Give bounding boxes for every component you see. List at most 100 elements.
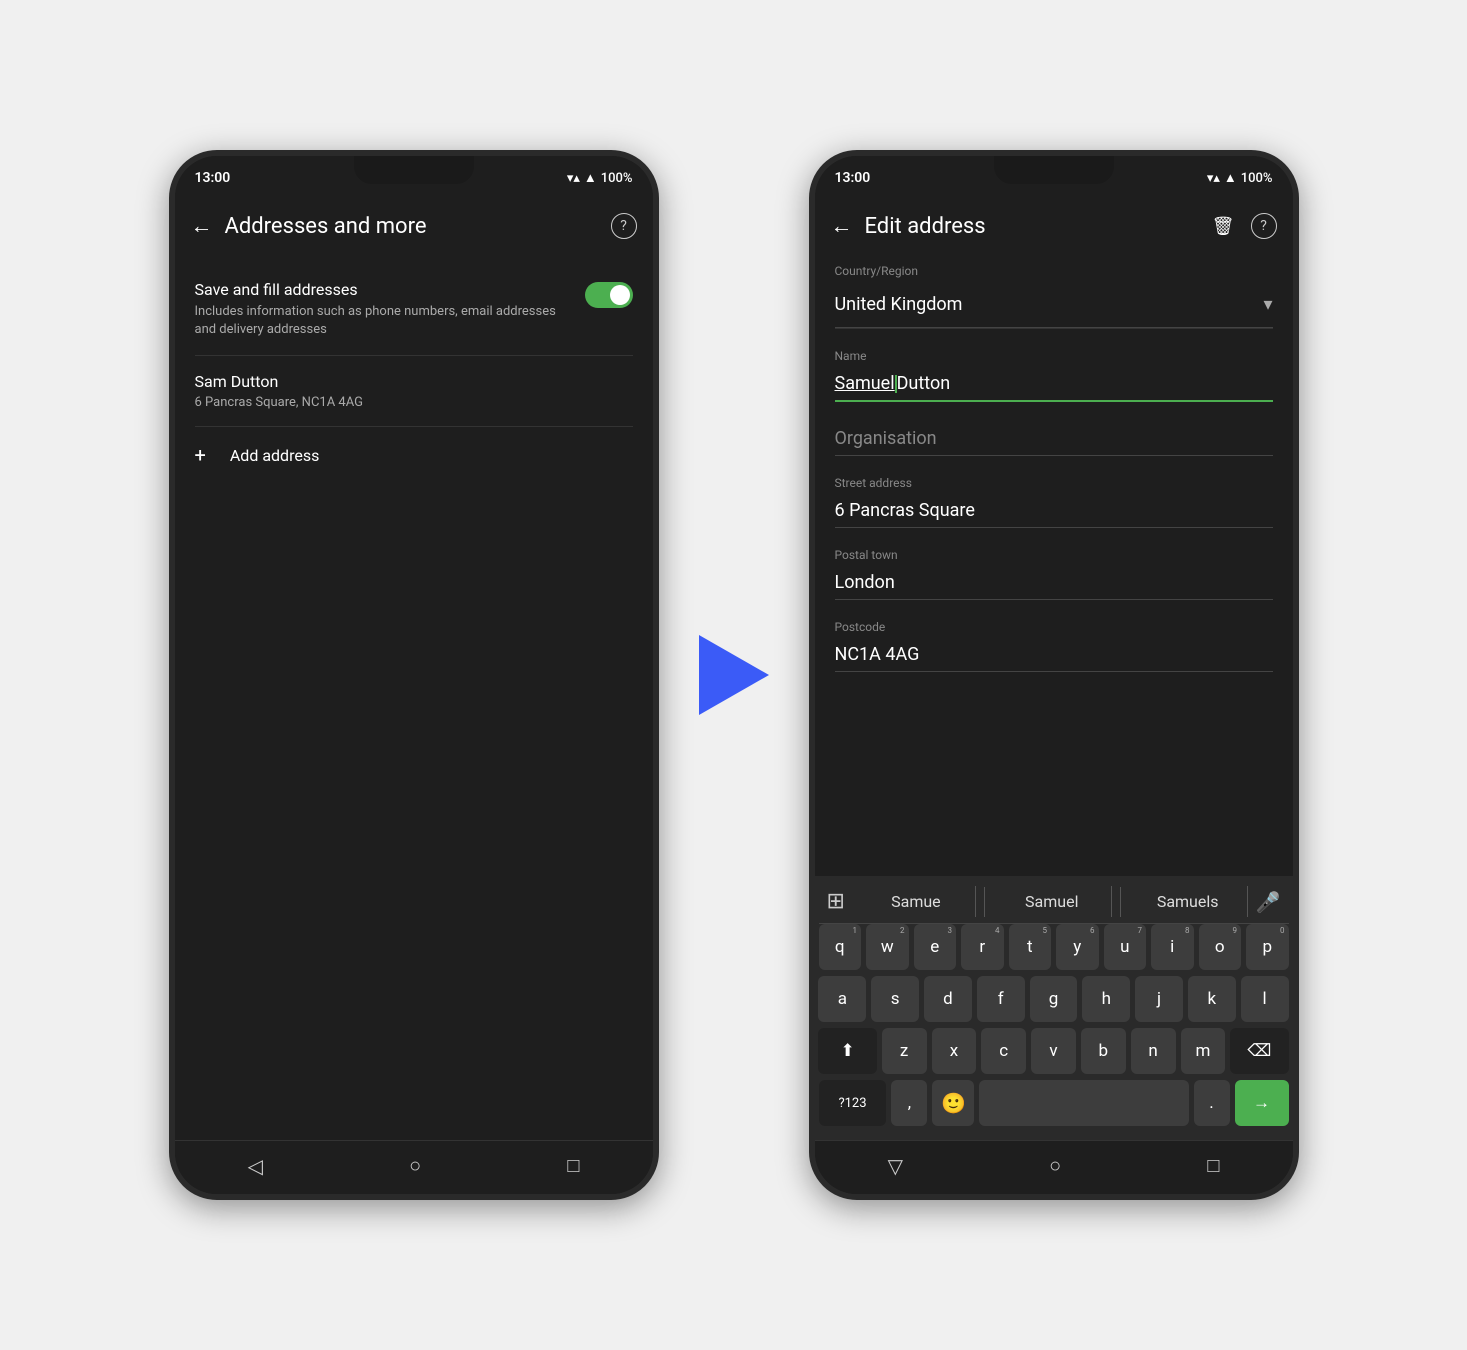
battery-icon-2: 100%: [1241, 171, 1273, 186]
key-row-3: ⬆ z x c v b n m ⌫: [819, 1028, 1289, 1074]
key-f[interactable]: f: [977, 976, 1025, 1022]
key-period[interactable]: .: [1194, 1080, 1230, 1126]
setting-text: Save and fill addresses Includes informa…: [195, 280, 573, 339]
key-r[interactable]: 4r: [961, 924, 1004, 970]
app-bar-icons-2: 🗑 ?: [1212, 213, 1277, 239]
key-m[interactable]: m: [1181, 1028, 1226, 1074]
play-arrow-icon: [699, 635, 769, 715]
num-sym-key[interactable]: ?123: [819, 1080, 887, 1126]
postcode-field[interactable]: NC1A 4AG: [835, 638, 1273, 672]
nav-home-2[interactable]: ○: [1049, 1153, 1061, 1178]
org-label: Organisation: [835, 428, 937, 449]
space-key[interactable]: [979, 1080, 1188, 1126]
country-divider: [835, 328, 1273, 329]
key-y[interactable]: 6y: [1056, 924, 1099, 970]
wifi-icon-1: ▾▴: [567, 171, 580, 186]
key-row-bottom: ?123 , 🙂 . →: [819, 1080, 1289, 1126]
toggle-desc: Includes information such as phone numbe…: [195, 303, 573, 339]
nav-recents-2[interactable]: □: [1207, 1153, 1219, 1178]
add-icon: +: [195, 443, 206, 467]
on-screen-keyboard: ⊞ Samue Samuel Samuels 🎤 1q 2w 3e 4r 5t …: [815, 876, 1293, 1140]
name-field[interactable]: SamuelDutton: [835, 367, 1273, 402]
suggestion-2[interactable]: Samuel: [993, 886, 1112, 917]
suggestions-row: ⊞ Samue Samuel Samuels 🎤: [819, 882, 1289, 924]
screen-1: 13:00 ▾▴ ▲ 100% ← Addresses and more ?: [175, 156, 653, 1194]
key-x[interactable]: x: [932, 1028, 977, 1074]
key-c[interactable]: c: [981, 1028, 1026, 1074]
key-a[interactable]: a: [818, 976, 866, 1022]
nav-home-1[interactable]: ○: [409, 1153, 421, 1178]
back-button-2[interactable]: ←: [831, 213, 853, 239]
org-field[interactable]: Organisation: [835, 422, 1273, 456]
app-bar-1: ← Addresses and more ?: [175, 196, 653, 256]
divider-key-2: [1120, 887, 1121, 917]
key-o[interactable]: 9o: [1199, 924, 1242, 970]
delete-key[interactable]: ⌫: [1230, 1028, 1288, 1074]
country-label: Country/Region: [835, 264, 1273, 278]
key-i[interactable]: 8i: [1151, 924, 1194, 970]
key-s[interactable]: s: [871, 976, 919, 1022]
street-field[interactable]: 6 Pancras Square: [835, 494, 1273, 528]
page-title-2: Edit address: [865, 214, 1212, 239]
name-value-2: Dutton: [897, 373, 951, 394]
postcode-field-group: Postcode NC1A 4AG: [835, 620, 1273, 672]
key-d[interactable]: d: [924, 976, 972, 1022]
signal-icon-2: ▲: [1224, 170, 1237, 186]
delete-icon[interactable]: 🗑: [1212, 216, 1235, 237]
key-z[interactable]: z: [882, 1028, 927, 1074]
postcode-label: Postcode: [835, 620, 1273, 634]
back-button-1[interactable]: ←: [191, 213, 213, 239]
postal-town-field[interactable]: London: [835, 566, 1273, 600]
key-row-2: a s d f g h j k l: [819, 976, 1289, 1022]
shift-key[interactable]: ⬆: [818, 1028, 876, 1074]
suggestion-3[interactable]: Samuels: [1129, 886, 1248, 917]
form-content: Country/Region United Kingdom ▾ Name Sam…: [815, 256, 1293, 876]
suggestion-1[interactable]: Samue: [857, 886, 976, 917]
save-fill-setting: Save and fill addresses Includes informa…: [175, 264, 653, 355]
chevron-down-icon: ▾: [1263, 294, 1272, 315]
key-w[interactable]: 2w: [866, 924, 909, 970]
address-person-name: Sam Dutton: [195, 372, 633, 391]
org-field-group: Organisation: [835, 422, 1273, 456]
help-icon-2[interactable]: ?: [1251, 213, 1277, 239]
key-n[interactable]: n: [1131, 1028, 1176, 1074]
key-emoji[interactable]: 🙂: [932, 1080, 974, 1126]
key-k[interactable]: k: [1188, 976, 1236, 1022]
postal-town-label: Postal town: [835, 548, 1273, 562]
key-b[interactable]: b: [1081, 1028, 1126, 1074]
key-t[interactable]: 5t: [1009, 924, 1052, 970]
key-l[interactable]: l: [1241, 976, 1289, 1022]
app-bar-icons-1: ?: [611, 213, 637, 239]
keyboard-layout-icon[interactable]: ⊞: [827, 889, 845, 914]
nav-back-1[interactable]: ◁: [248, 1154, 263, 1178]
screen-2: 13:00 ▾▴ ▲ 100% ← Edit address 🗑 ?: [815, 156, 1293, 1194]
battery-icon-1: 100%: [601, 171, 633, 186]
wifi-icon-2: ▾▴: [1207, 171, 1220, 186]
address-item[interactable]: Sam Dutton 6 Pancras Square, NC1A 4AG: [175, 356, 653, 426]
key-p[interactable]: 0p: [1246, 924, 1289, 970]
key-v[interactable]: v: [1031, 1028, 1076, 1074]
key-u[interactable]: 7u: [1104, 924, 1147, 970]
key-h[interactable]: h: [1082, 976, 1130, 1022]
mic-icon[interactable]: 🎤: [1256, 890, 1281, 914]
nav-recents-1[interactable]: □: [567, 1153, 579, 1178]
key-comma[interactable]: ,: [891, 1080, 927, 1126]
name-label: Name: [835, 349, 1273, 363]
save-fill-toggle[interactable]: [585, 282, 633, 308]
enter-key[interactable]: →: [1235, 1080, 1289, 1126]
country-field-group: Country/Region United Kingdom ▾: [835, 264, 1273, 329]
time-2: 13:00: [835, 170, 871, 186]
key-e[interactable]: 3e: [914, 924, 957, 970]
help-icon-1[interactable]: ?: [611, 213, 637, 239]
content-1: Save and fill addresses Includes informa…: [175, 256, 653, 1140]
phone-2: 13:00 ▾▴ ▲ 100% ← Edit address 🗑 ?: [809, 150, 1299, 1200]
key-g[interactable]: g: [1030, 976, 1078, 1022]
status-icons-2: ▾▴ ▲ 100%: [1207, 170, 1273, 186]
nav-back-2[interactable]: ▽: [888, 1154, 903, 1178]
key-q[interactable]: 1q: [819, 924, 862, 970]
address-detail: 6 Pancras Square, NC1A 4AG: [195, 395, 633, 410]
key-j[interactable]: j: [1135, 976, 1183, 1022]
add-address-row[interactable]: + Add address: [175, 427, 653, 483]
toggle-title: Save and fill addresses: [195, 280, 573, 299]
country-dropdown[interactable]: United Kingdom ▾: [835, 282, 1273, 328]
